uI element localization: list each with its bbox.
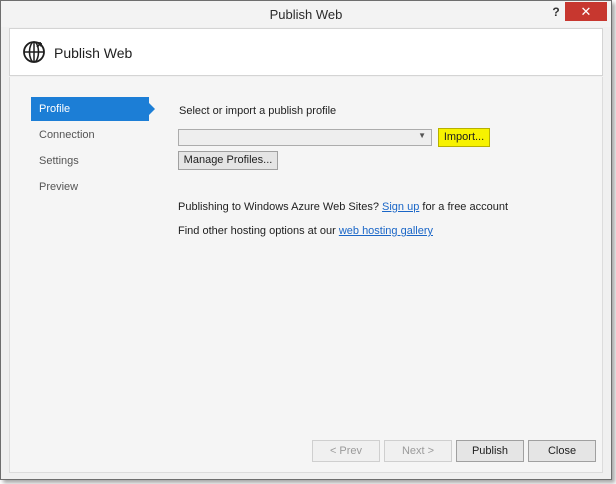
next-button[interactable]: Next >: [384, 440, 452, 462]
import-button[interactable]: Import...: [438, 128, 490, 147]
profile-prompt: Select or import a publish profile: [179, 105, 337, 117]
close-button[interactable]: Close: [528, 440, 596, 462]
window-title: Publish Web: [269, 7, 343, 22]
azure-text-before: Publishing to Windows Azure Web Sites?: [178, 201, 379, 213]
dialog-content: Profile Connection Settings Preview Sele…: [9, 77, 603, 473]
web-hosting-gallery-link[interactable]: web hosting gallery: [339, 225, 433, 237]
nav-item-settings[interactable]: Settings: [31, 149, 149, 173]
nav-item-connection[interactable]: Connection: [31, 123, 149, 147]
hosting-text-before: Find other hosting options at our: [178, 225, 336, 237]
profile-select[interactable]: ▼: [178, 129, 432, 146]
azure-text: Publishing to Windows Azure Web Sites? S…: [178, 201, 508, 213]
prev-button[interactable]: < Prev: [312, 440, 380, 462]
manage-profiles-button[interactable]: Manage Profiles...: [178, 151, 278, 170]
wizard-nav: Profile Connection Settings Preview: [31, 97, 155, 201]
publish-web-dialog: Publish Web ? ✕ Publish Web Profile Conn…: [0, 0, 612, 480]
publish-button[interactable]: Publish: [456, 440, 524, 462]
azure-text-after: for a free account: [422, 201, 509, 213]
nav-item-profile[interactable]: Profile: [31, 97, 155, 121]
sign-up-link[interactable]: Sign up: [382, 201, 419, 213]
close-window-button[interactable]: ✕: [565, 2, 607, 21]
header-title: Publish Web: [54, 45, 133, 61]
hosting-text: Find other hosting options at our web ho…: [178, 225, 433, 237]
title-bar: Publish Web ? ✕: [1, 1, 611, 27]
dialog-header: Publish Web: [9, 28, 603, 76]
nav-item-preview[interactable]: Preview: [31, 175, 149, 199]
chevron-down-icon: ▼: [418, 131, 426, 140]
globe-publish-icon: [23, 41, 45, 63]
help-icon[interactable]: ?: [549, 4, 563, 20]
